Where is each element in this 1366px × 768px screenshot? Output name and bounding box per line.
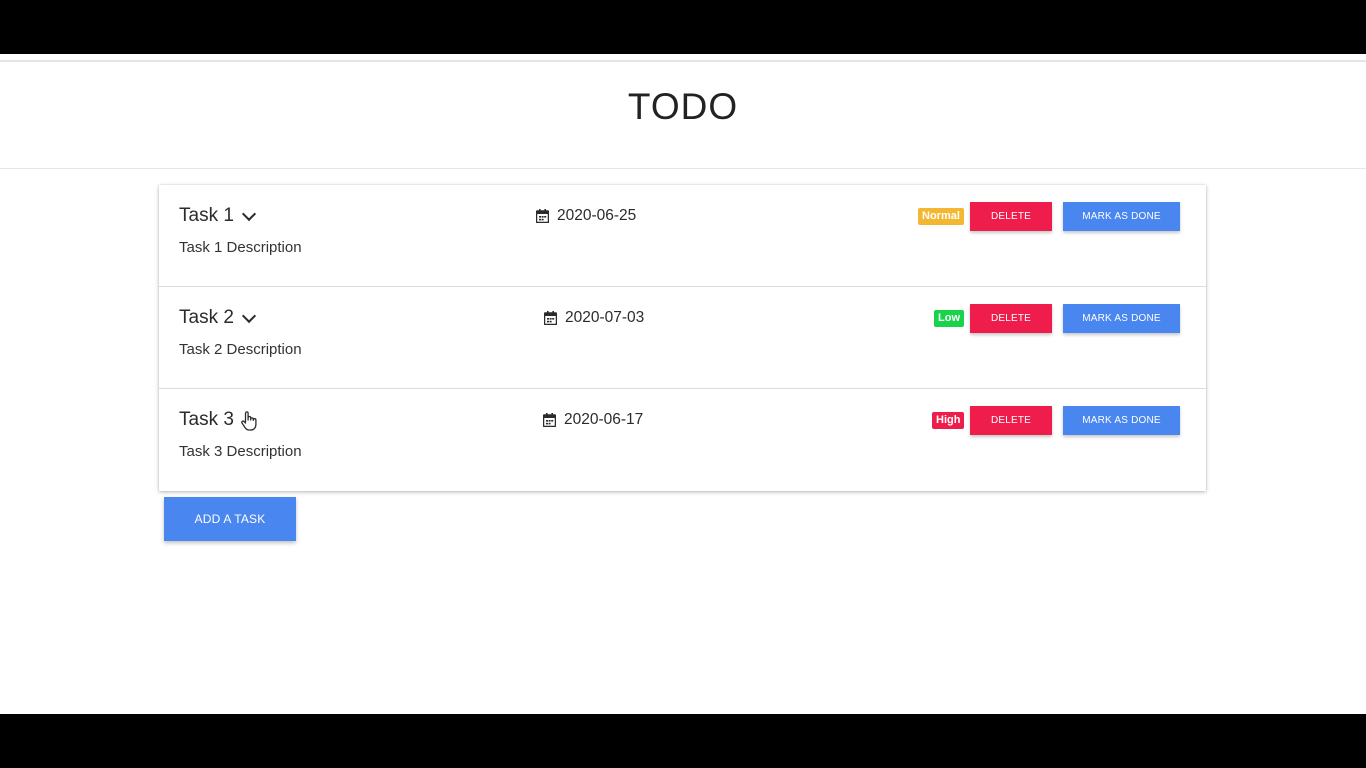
bottom-letterbox <box>0 714 1366 768</box>
task-due-date: 2020-06-25 <box>536 207 636 225</box>
page-title: TODO <box>627 86 739 127</box>
delete-button[interactable]: DELETE <box>970 304 1052 333</box>
task-due-date: 2020-07-03 <box>544 309 644 327</box>
mark-as-done-button[interactable]: MARK AS DONE <box>1063 406 1180 435</box>
mark-as-done-button[interactable]: MARK AS DONE <box>1063 304 1180 333</box>
calendar-icon <box>543 413 556 427</box>
hand-pointer-cursor-icon <box>241 411 257 431</box>
task-item: Task 2 Task 2 Description 2020-07-03 Low… <box>159 287 1206 389</box>
task-title-text: Task 1 <box>179 205 234 226</box>
calendar-icon <box>536 209 549 223</box>
priority-badge: Normal <box>918 208 964 225</box>
page: TODO Task 1 Task 1 Description 2020-06-2… <box>0 54 1366 714</box>
mark-as-done-button[interactable]: MARK AS DONE <box>1063 202 1180 231</box>
priority-badge: Low <box>934 310 964 327</box>
task-title[interactable]: Task 3 <box>179 409 258 431</box>
task-title-text: Task 3 <box>179 409 234 430</box>
task-date-text: 2020-06-17 <box>564 411 644 428</box>
task-title[interactable]: Task 1 <box>179 205 256 227</box>
task-item: Task 3 Task 3 Description 2020-06-17 Hig… <box>159 389 1206 491</box>
task-item: Task 1 Task 1 Description 2020-06-25 Nor… <box>159 185 1206 287</box>
task-title[interactable]: Task 2 <box>179 307 256 329</box>
task-date-text: 2020-07-03 <box>565 309 645 326</box>
delete-button[interactable]: DELETE <box>970 406 1052 435</box>
task-title-text: Task 2 <box>179 307 234 328</box>
top-letterbox <box>0 0 1366 54</box>
calendar-icon <box>544 311 557 325</box>
task-description: Task 2 Description <box>179 341 302 358</box>
task-description: Task 3 Description <box>179 443 302 460</box>
task-date-text: 2020-06-25 <box>557 207 637 224</box>
task-due-date: 2020-06-17 <box>543 411 643 429</box>
add-task-button[interactable]: ADD A TASK <box>164 497 296 541</box>
task-list: Task 1 Task 1 Description 2020-06-25 Nor… <box>159 185 1206 491</box>
task-description: Task 1 Description <box>179 239 302 256</box>
delete-button[interactable]: DELETE <box>970 202 1052 231</box>
chevron-down-icon[interactable] <box>241 206 256 221</box>
chevron-down-icon[interactable] <box>241 308 256 323</box>
app-header: TODO <box>0 62 1366 169</box>
priority-badge: High <box>932 412 965 429</box>
